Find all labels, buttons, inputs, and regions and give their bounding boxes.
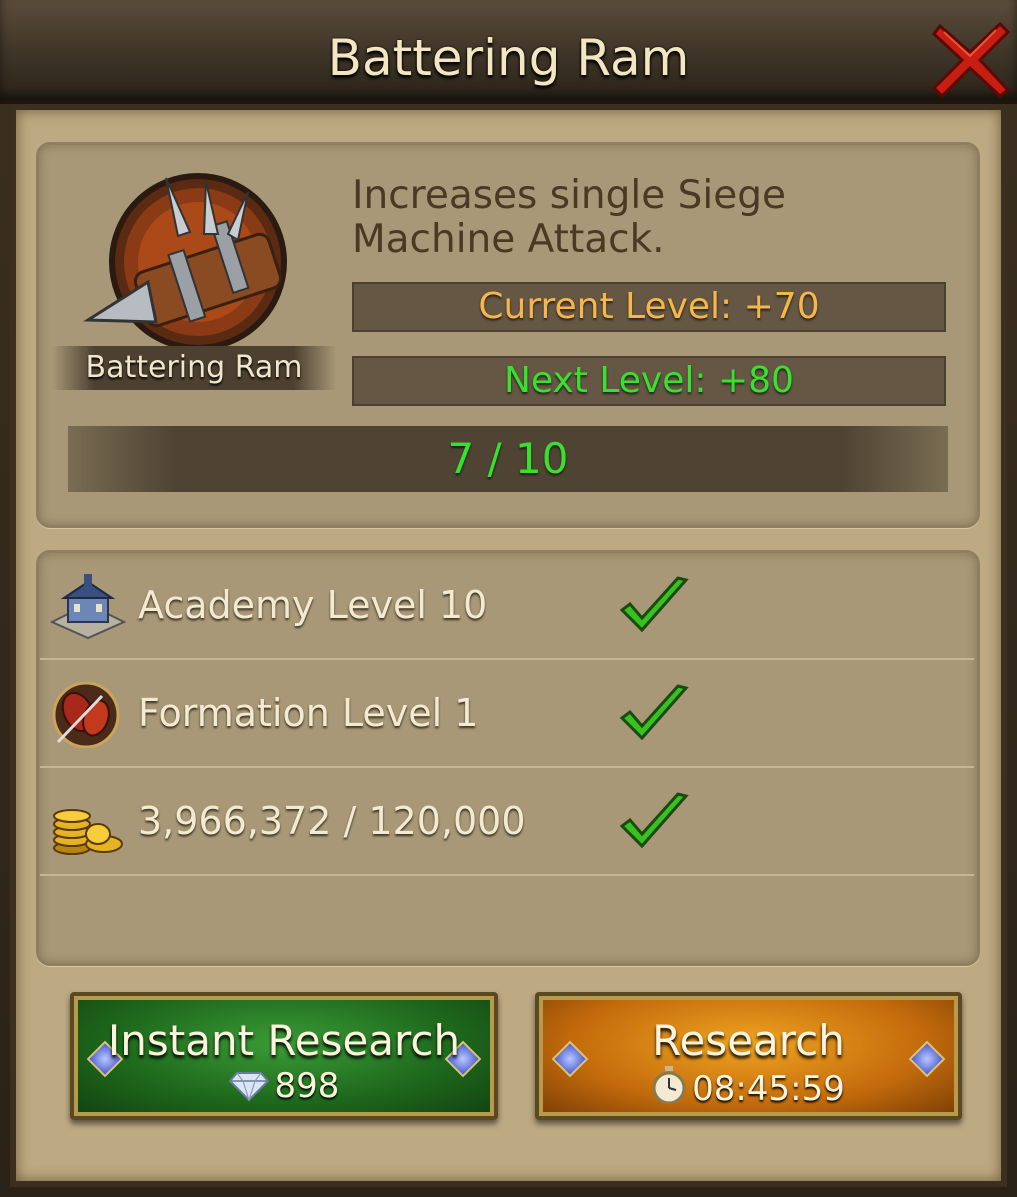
academy-building-icon — [49, 574, 127, 640]
research-time-value: 08:45:59 — [692, 1069, 845, 1109]
progress-text: 7 / 10 — [447, 434, 569, 483]
check-icon — [619, 792, 689, 849]
requirement-label: 3,966,372 / 120,000 — [138, 799, 526, 843]
instant-research-button[interactable]: Instant Research 898 — [70, 992, 498, 1120]
requirement-row: 3,966,372 / 120,000 — [40, 768, 974, 876]
dialog-title: Battering Ram — [327, 29, 690, 87]
current-level-bar: Current Level: +70 — [352, 282, 946, 332]
research-time: 08:45:59 — [539, 1066, 958, 1109]
progress-fill — [68, 426, 684, 492]
title-bar: Battering Ram — [0, 0, 1017, 104]
instant-research-label: Instant Research — [107, 1016, 461, 1065]
check-icon — [619, 684, 689, 741]
gem-icon — [228, 1072, 269, 1102]
requirement-label: Formation Level 1 — [138, 691, 479, 735]
research-description: Increases single Siege Machine Attack. — [352, 173, 786, 262]
requirement-row: Academy Level 10 — [40, 552, 974, 660]
formation-icon — [50, 681, 126, 749]
battering-ram-icon — [78, 172, 308, 352]
close-button[interactable] — [930, 20, 1012, 100]
gold-coins-icon — [50, 790, 126, 856]
research-label: Research — [652, 1016, 845, 1065]
close-icon — [931, 21, 1011, 99]
research-name-label: Battering Ram — [52, 346, 336, 390]
requirement-label: Academy Level 10 — [138, 583, 488, 627]
gem-cost-value: 898 — [274, 1066, 340, 1106]
research-button[interactable]: Research 08:45:59 — [535, 992, 962, 1120]
instant-research-cost: 898 — [74, 1066, 494, 1106]
requirement-row: Formation Level 1 — [40, 660, 974, 768]
research-dialog: Battering Ram Battering Ram Increases si… — [0, 0, 1017, 1197]
check-icon — [619, 576, 689, 633]
research-progress-bar: 7 / 10 — [68, 426, 948, 492]
stopwatch-icon — [652, 1066, 686, 1105]
next-level-bar: Next Level: +80 — [352, 356, 946, 406]
